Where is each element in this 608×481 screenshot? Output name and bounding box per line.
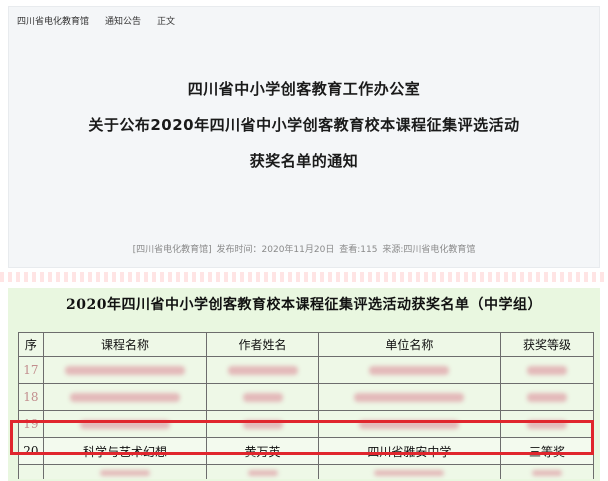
row-grade-blurred (499, 356, 595, 384)
header-course: 课程名称 (42, 332, 208, 357)
row-no: 17 (18, 356, 44, 384)
article-title-line-3: 获奖名单的通知 (249, 152, 359, 170)
breadcrumb-current[interactable]: 正文 (157, 14, 175, 27)
row-unit-blurred (317, 464, 501, 479)
meta-source-tag: [四川省电化教育馆] (132, 245, 212, 255)
award-table: 序 课程名称 作者姓名 单位名称 获奖等级 17 18 19 20 科学与艺术幻… (18, 332, 595, 479)
row-unit-blurred (317, 383, 501, 411)
breadcrumb-home[interactable]: 四川省电化教育馆 (17, 14, 89, 27)
row-course-blurred (42, 464, 208, 479)
article-title-line-2: 关于公布2020年四川省中小学创客教育校本课程征集评选活动 (88, 116, 520, 134)
row-author-blurred (206, 356, 319, 384)
row-author-blurred (206, 383, 319, 411)
row-no: 18 (18, 383, 44, 411)
article-meta: [四川省电化教育馆] 发布时间：2020年11月20日 查看:115 来源:四川… (9, 242, 599, 255)
row-course-blurred (42, 356, 208, 384)
article-panel: 四川省电化教育馆 通知公告 正文 四川省中小学创客教育工作办公室 关于公布202… (8, 6, 600, 268)
breadcrumb-notices[interactable]: 通知公告 (105, 14, 141, 27)
article-title-line-1: 四川省中小学创客教育工作办公室 (187, 80, 421, 98)
row-no-blurred (18, 464, 44, 479)
row-course-blurred (42, 383, 208, 411)
award-table-header: 序 课程名称 作者姓名 单位名称 获奖等级 (18, 332, 595, 357)
header-grade: 获奖等级 (499, 332, 595, 357)
row-grade-blurred (499, 464, 595, 479)
meta-publish-time: 发布时间：2020年11月20日 (216, 245, 335, 255)
table-row: 18 (18, 383, 595, 411)
table-row (18, 464, 595, 479)
row-unit-blurred (317, 356, 501, 384)
award-doc-title: 2020年四川省中小学创客教育校本课程征集评选活动获奖名单（中学组） (66, 297, 542, 313)
article-title: 四川省中小学创客教育工作办公室 关于公布2020年四川省中小学创客教育校本课程征… (9, 71, 599, 179)
row-grade-blurred (499, 383, 595, 411)
header-no: 序 (18, 332, 44, 357)
header-unit: 单位名称 (317, 332, 501, 357)
table-row: 17 (18, 356, 595, 384)
breadcrumb: 四川省电化教育馆 通知公告 正文 (9, 7, 599, 34)
separator-stripe (0, 272, 608, 282)
meta-views: 查看:115 (339, 245, 378, 255)
header-author: 作者姓名 (206, 332, 319, 357)
row-author-blurred (206, 464, 319, 479)
highlight-box (10, 420, 594, 455)
meta-origin: 来源:四川省电化教育馆 (382, 245, 476, 255)
